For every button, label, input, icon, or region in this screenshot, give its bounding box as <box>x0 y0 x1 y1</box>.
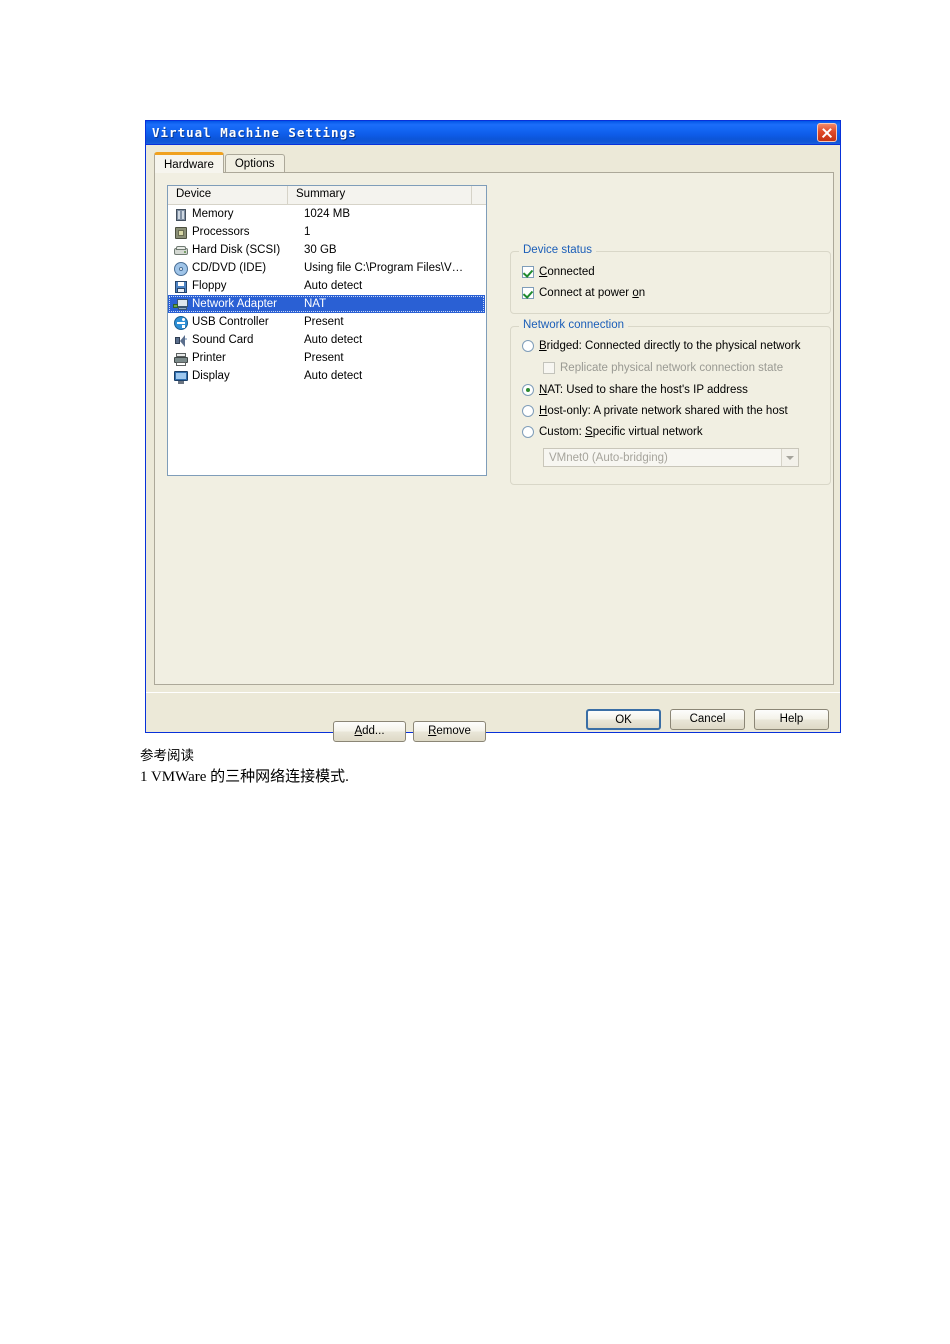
device-list-header: Device Summary <box>168 186 486 205</box>
table-row[interactable]: Hard Disk (SCSI) 30 GB <box>168 241 486 259</box>
chevron-down-icon <box>781 449 798 466</box>
table-row[interactable]: USB Controller Present <box>168 313 486 331</box>
device-summary: 30 GB <box>304 244 337 256</box>
replicate-state-checkbox <box>543 362 555 374</box>
add-button[interactable]: Add... <box>333 721 406 742</box>
column-header-spacer <box>472 186 486 204</box>
device-status-group-label: Device status <box>519 244 597 256</box>
bridged-radio[interactable] <box>522 340 534 352</box>
radio-bridged-row[interactable]: Bridged: Connected directly to the physi… <box>522 340 800 352</box>
tab-hardware[interactable]: Hardware <box>154 152 224 173</box>
floppy-icon <box>173 279 189 294</box>
device-name: Floppy <box>192 280 227 292</box>
host-only-radio[interactable] <box>522 405 534 417</box>
custom-label: Custom: Specific virtual network <box>539 426 703 438</box>
table-row-selected[interactable]: Network Adapter NAT <box>168 295 485 313</box>
device-name: Processors <box>192 226 250 238</box>
replicate-state-label: Replicate physical network connection st… <box>560 362 784 374</box>
display-icon <box>173 369 189 384</box>
column-header-device[interactable]: Device <box>168 186 288 204</box>
table-row[interactable]: Processors 1 <box>168 223 486 241</box>
tabstrip: Hardware Options <box>154 152 286 173</box>
connect-at-power-on-checkbox-row[interactable]: Connect at power on <box>522 287 645 299</box>
device-summary: 1024 MB <box>304 208 351 220</box>
device-name: Network Adapter <box>192 298 278 310</box>
table-row[interactable]: CD/DVD (IDE) Using file C:\Program Files… <box>168 259 486 277</box>
note-heading: 参考阅读 <box>140 748 194 763</box>
device-name: Hard Disk (SCSI) <box>192 244 281 256</box>
nat-label: NAT: Used to share the host's IP address <box>539 384 748 396</box>
device-name: Printer <box>192 352 226 364</box>
table-row[interactable]: Printer Present <box>168 349 486 367</box>
nat-radio[interactable] <box>522 384 534 396</box>
network-connection-group-label: Network connection <box>519 319 628 331</box>
document-page: Virtual Machine Settings Hardware Option… <box>0 0 950 1344</box>
device-name: CD/DVD (IDE) <box>192 262 267 274</box>
table-row[interactable]: Memory 1024 MB <box>168 205 486 223</box>
custom-network-select-value: VMnet0 (Auto-bridging) <box>549 451 668 464</box>
column-header-summary[interactable]: Summary <box>288 186 472 204</box>
table-row[interactable]: Display Auto detect <box>168 367 486 385</box>
help-button[interactable]: Help <box>754 709 829 730</box>
cancel-button[interactable]: Cancel <box>670 709 745 730</box>
close-icon[interactable] <box>817 123 837 142</box>
bridged-label: Bridged: Connected directly to the physi… <box>539 340 801 352</box>
connect-at-power-on-label: Connect at power on <box>539 287 646 299</box>
hardware-tab-panel: Device Summary Memory 1024 MB Processors <box>154 172 834 742</box>
connected-checkbox-row[interactable]: Connected <box>522 266 595 278</box>
custom-network-select: VMnet0 (Auto-bridging) <box>543 448 799 467</box>
device-summary: NAT <box>304 298 327 310</box>
remove-button-label-rest: emove <box>436 725 471 737</box>
custom-radio[interactable] <box>522 426 534 438</box>
remove-button[interactable]: Remove <box>413 721 486 742</box>
processor-icon <box>173 225 189 240</box>
replicate-state-checkbox-row: Replicate physical network connection st… <box>543 362 783 374</box>
device-summary: 1 <box>304 226 311 238</box>
virtual-machine-settings-dialog: Virtual Machine Settings Hardware Option… <box>145 120 841 742</box>
dialog-title: Virtual Machine Settings <box>152 125 357 140</box>
device-status-group: Device status Connected Connect at power… <box>510 244 831 314</box>
connected-label: Connected <box>539 266 595 278</box>
connect-at-power-on-checkbox[interactable] <box>522 287 534 299</box>
ok-button[interactable]: OK <box>586 709 661 730</box>
radio-host-only-row[interactable]: Host-only: A private network shared with… <box>522 405 788 417</box>
table-row[interactable]: Sound Card Auto detect <box>168 331 486 349</box>
sound-card-icon <box>173 333 189 348</box>
device-name: Memory <box>192 208 234 220</box>
device-summary: Present <box>304 316 344 328</box>
cd-dvd-icon <box>173 261 189 276</box>
table-row[interactable]: Floppy Auto detect <box>168 277 486 295</box>
device-list[interactable]: Device Summary Memory 1024 MB Processors <box>167 185 487 476</box>
device-summary: Present <box>304 352 344 364</box>
tab-options[interactable]: Options <box>224 154 285 173</box>
radio-nat-row[interactable]: NAT: Used to share the host's IP address <box>522 384 748 396</box>
add-button-label-rest: dd... <box>362 725 385 737</box>
host-only-label: Host-only: A private network shared with… <box>539 405 788 417</box>
device-summary: Auto detect <box>304 334 363 346</box>
dialog-titlebar: Virtual Machine Settings <box>146 121 840 145</box>
connected-checkbox[interactable] <box>522 266 534 278</box>
usb-controller-icon <box>173 315 189 330</box>
memory-icon <box>173 207 189 222</box>
hard-disk-icon <box>173 243 189 258</box>
radio-custom-row[interactable]: Custom: Specific virtual network <box>522 426 703 438</box>
device-name: Display <box>192 370 230 382</box>
network-adapter-icon <box>173 297 189 312</box>
device-name: Sound Card <box>192 334 254 346</box>
device-summary: Auto detect <box>304 280 363 292</box>
device-summary: Using file C:\Program Files\V… <box>304 262 464 274</box>
network-connection-group: Network connection Bridged: Connected di… <box>510 319 831 485</box>
printer-icon <box>173 351 189 366</box>
device-summary: Auto detect <box>304 370 363 382</box>
note-item-1: 1 VMWare 的三种网络连接模式. <box>140 769 349 785</box>
footer-divider <box>146 692 840 693</box>
device-name: USB Controller <box>192 316 269 328</box>
